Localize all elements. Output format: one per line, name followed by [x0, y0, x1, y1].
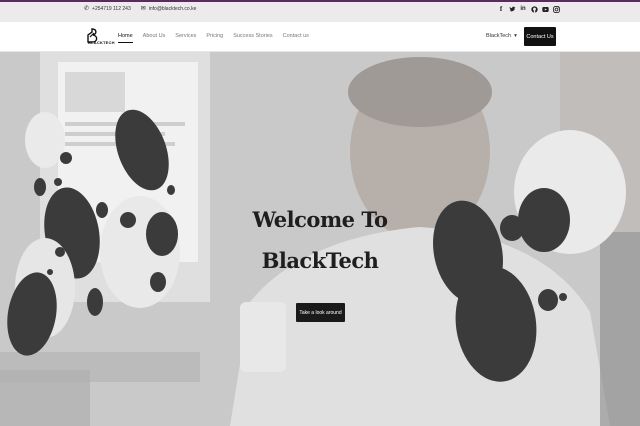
envelope-icon: ✉ [140, 6, 146, 12]
nav-item-services[interactable]: Services [175, 33, 196, 39]
facebook-icon[interactable]: f [498, 6, 504, 15]
hero-title-line-2: BlackTech [261, 248, 379, 273]
youtube-icon[interactable] [542, 6, 549, 15]
nav-menu: Home About Us Services Pricing Success S… [118, 33, 309, 43]
github-icon[interactable] [531, 6, 538, 15]
phone-icon: ✆ [84, 6, 90, 12]
email-address: info@blacktech.co.ke [148, 6, 197, 12]
nav-item-home[interactable]: Home [118, 33, 133, 43]
social-links: f in [498, 6, 560, 15]
linkedin-icon[interactable]: in [520, 6, 526, 15]
nav-item-about-us[interactable]: About Us [143, 33, 166, 39]
top-info-bar: ✆ +254719 112 243 ✉ info@blacktech.co.ke… [0, 2, 640, 22]
blacktech-logo-icon[interactable] [84, 28, 106, 48]
contact-info: ✆ +254719 112 243 ✉ info@blacktech.co.ke [84, 6, 196, 12]
nav-item-success-stories[interactable]: Success Stories [233, 33, 272, 39]
hero-background [0, 52, 640, 426]
hero-section: Welcome To BlackTech Take a look around [0, 52, 640, 426]
caret-down-icon: ▾ [514, 33, 517, 39]
phone-number: +254719 112 243 [92, 6, 131, 12]
nav-item-contact-us[interactable]: Contact us [283, 33, 309, 39]
instagram-icon[interactable] [553, 6, 560, 15]
brand-dropdown-label: BlackTech [486, 33, 512, 39]
email-link[interactable]: ✉ info@blacktech.co.ke [141, 6, 197, 12]
nav-item-pricing[interactable]: Pricing [206, 33, 223, 39]
contact-us-button[interactable]: Contact Us [524, 27, 556, 46]
take-a-look-button[interactable]: Take a look around [296, 303, 345, 322]
hero-title-line-1: Welcome To [252, 207, 388, 232]
phone-link[interactable]: ✆ +254719 112 243 [84, 6, 131, 12]
brand-dropdown[interactable]: BlackTech ▾ [486, 33, 517, 39]
twitter-icon[interactable] [509, 6, 516, 15]
logo-text: BLACKTECH [88, 40, 115, 45]
